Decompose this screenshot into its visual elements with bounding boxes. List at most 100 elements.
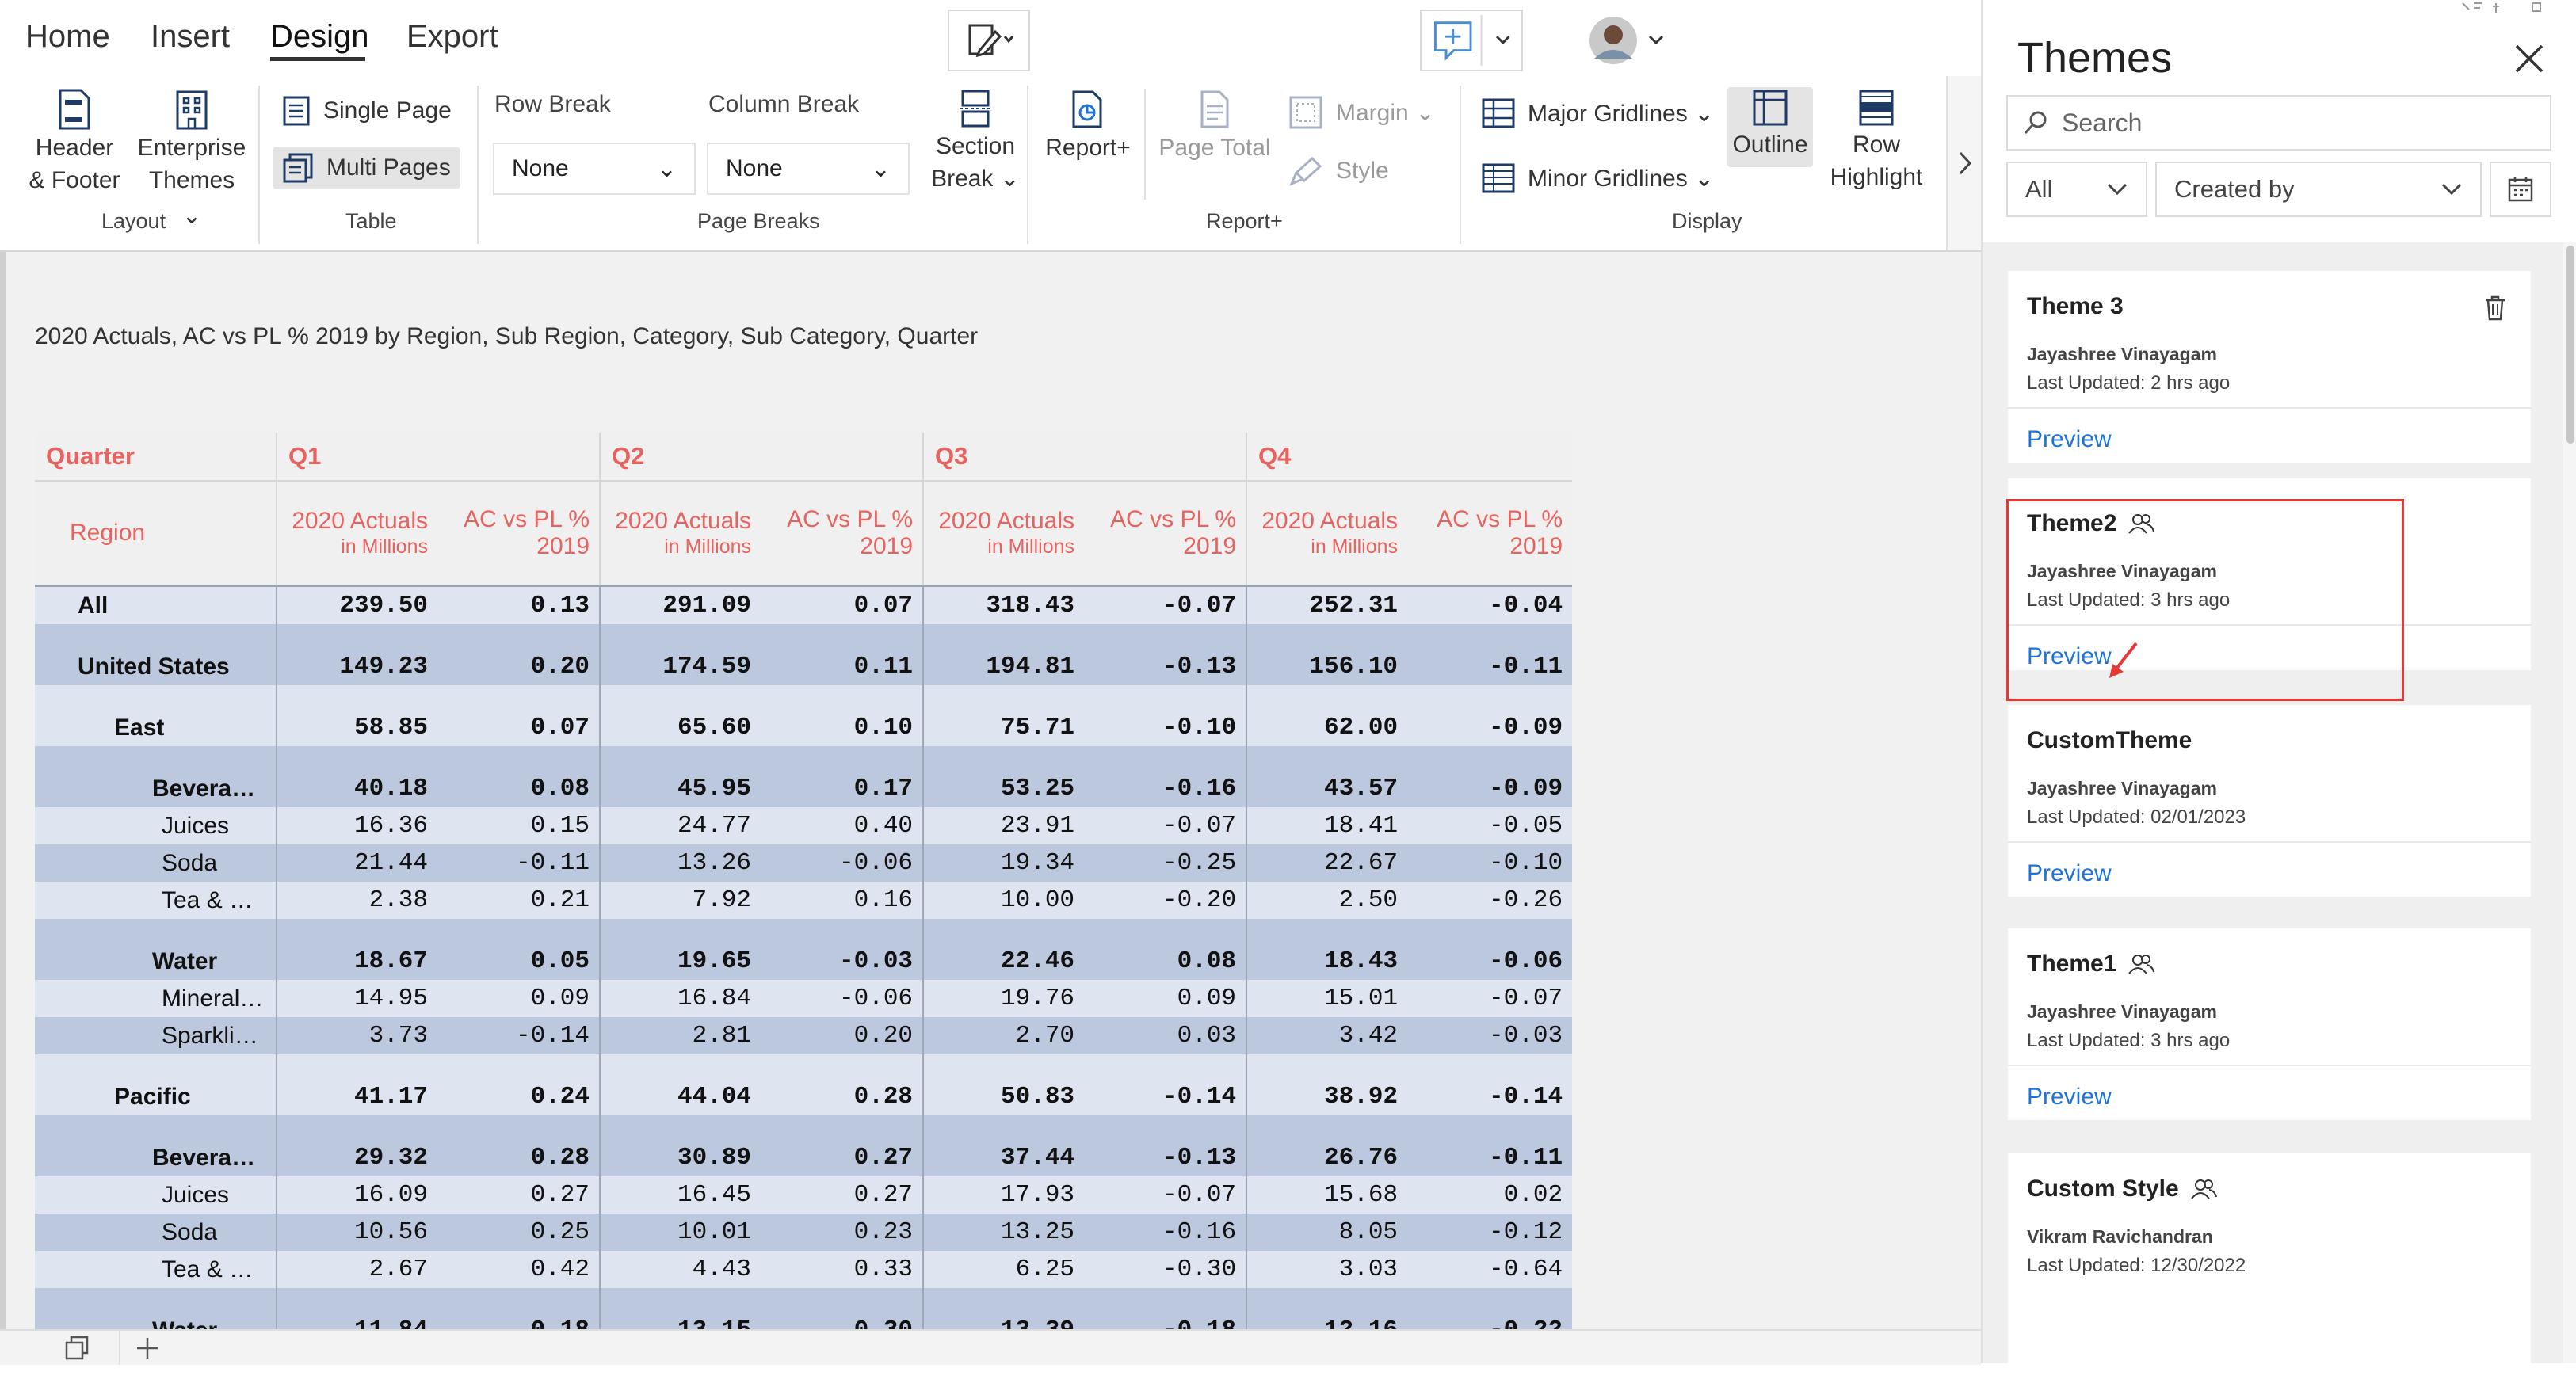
report-plus-button[interactable]: Report+ (1036, 89, 1139, 166)
pages-icon[interactable] (63, 1336, 90, 1361)
row-label[interactable]: Beverages (35, 1115, 277, 1176)
style-button[interactable]: Style (1288, 155, 1389, 187)
variance-cell: -0.20 (1084, 882, 1247, 919)
theme-card[interactable]: Custom Style Vikram Ravichandran Last Upda… (2008, 1153, 2531, 1391)
minor-gridlines-dropdown[interactable]: Minor Gridlines ⌄ (1482, 163, 1714, 193)
window-controls-icon[interactable] (2456, 0, 2575, 17)
theme-name: Custom Style (2027, 1176, 2217, 1202)
major-gridlines-dropdown[interactable]: Major Gridlines ⌄ (1482, 98, 1714, 128)
table-row[interactable]: Tea & Coff...2.670.424.430.336.25-0.303.… (35, 1251, 1572, 1288)
outline-button[interactable]: Outline (1727, 87, 1813, 167)
filter-all-dropdown[interactable]: All (2006, 162, 2147, 217)
theme-name: Theme 3 (2027, 293, 2124, 319)
row-label[interactable]: Soda (35, 1214, 277, 1251)
search-input[interactable]: Search (2062, 109, 2142, 138)
search-box[interactable]: Search (2006, 95, 2551, 151)
row-label[interactable]: Pacific (35, 1054, 277, 1115)
table-row[interactable]: Soda 10.56 0.25 10.01 0.23 13.25 -0.16 8.05 -0.1… (35, 1214, 1572, 1251)
section-break-button[interactable]: Section Break ⌄ (924, 89, 1027, 196)
row-label[interactable]: Beverages (35, 746, 277, 807)
table-row[interactable]: All 239.50 0.13 291.09 0.07 318.43 -0.07 252.31… (35, 585, 1572, 624)
theme-last-updated: Last Updated: 02/01/2023 (2027, 806, 2246, 828)
table-row[interactable]: Water 18.67 0.05 19.65 -0.03 22.46 0.08 18.43 -0… (35, 919, 1572, 980)
row-label[interactable]: Tea & Coff... (35, 1251, 277, 1288)
variance-cell: -0.04 (1407, 585, 1572, 624)
table-row[interactable]: East 58.85 0.07 65.60 0.10 75.71 -0.10 62.00 -0.… (35, 685, 1572, 746)
quarter-q3-header: Q3 (922, 433, 1247, 482)
row-label[interactable]: Tea & Coff... (35, 882, 277, 919)
user-menu[interactable] (1577, 10, 1680, 71)
add-page-icon[interactable] (135, 1336, 160, 1361)
variance-cell: 0.30 (761, 1288, 924, 1329)
preview-link[interactable]: Preview (2027, 1084, 2112, 1111)
actuals-cell: 18.43 (1246, 919, 1408, 980)
variance-cell: 0.02 (1407, 1176, 1572, 1214)
row-highlight-icon (1859, 90, 1894, 126)
section-break-icon (960, 90, 991, 128)
row-label[interactable]: All (35, 585, 277, 624)
actuals-cell: 10.00 (922, 882, 1085, 919)
multi-pages-button[interactable]: Multi Pages (273, 147, 460, 189)
header-footer-button[interactable]: Header & Footer (27, 89, 122, 198)
preview-link[interactable]: Preview (2027, 860, 2112, 887)
margin-dropdown[interactable]: Margin ⌄ (1288, 95, 1435, 130)
delete-icon[interactable] (2483, 295, 2507, 322)
themes-scrollbar[interactable] (2563, 242, 2576, 1363)
date-filter-button[interactable] (2490, 162, 2551, 217)
scroll-thumb[interactable] (2566, 246, 2574, 444)
row-label[interactable]: Soda (35, 844, 277, 882)
measure-variance-label: AC vs PL % (787, 506, 914, 532)
theme-card[interactable]: Theme 3 Jayashree Vinayagam Last Updated: … (2008, 271, 2531, 463)
row-label[interactable]: Juices (35, 1176, 277, 1214)
row-label[interactable]: United States (35, 624, 277, 685)
report-plus-label: Report+ (1045, 135, 1131, 161)
table-row[interactable]: Beverages 29.32 0.28 30.89 0.27 37.44 -0.13 26.… (35, 1115, 1572, 1176)
single-page-button[interactable]: Single Page (282, 95, 452, 127)
chevron-down-icon (2107, 183, 2128, 196)
multi-pages-label: Multi Pages (326, 154, 451, 181)
tab-insert[interactable]: Insert (151, 19, 230, 55)
variance-cell: 0.07 (761, 585, 924, 624)
row-label[interactable]: Juices (35, 807, 277, 844)
close-icon[interactable] (2512, 41, 2547, 76)
table-row[interactable]: Beverages 40.18 0.08 45.95 0.17 53.25 -0.16 43.… (35, 746, 1572, 807)
page-total-button[interactable]: Page Total (1155, 89, 1274, 166)
tab-export[interactable]: Export (406, 19, 498, 55)
table-row[interactable]: Pacific 41.17 0.24 44.04 0.28 50.83 -0.14 38.92… (35, 1054, 1572, 1115)
theme-card[interactable]: CustomTheme Jayashree Vinayagam Last Updat… (2008, 705, 2531, 897)
tab-design[interactable]: Design (270, 19, 369, 55)
card-divider (2008, 841, 2531, 843)
row-label[interactable]: East (35, 685, 277, 746)
table-row[interactable]: Soda 21.44 -0.11 13.26 -0.06 19.34 -0.25 22.67-… (35, 844, 1572, 882)
table-row[interactable]: Juices 16.36 0.15 24.77 0.40 23.91 -0.07 18.41-… (35, 807, 1572, 844)
report-body: All 239.50 0.13 291.09 0.07 318.43 -0.07 252.31… (35, 585, 1572, 1329)
row-label[interactable]: Water (35, 1288, 277, 1329)
column-break-dropdown[interactable]: None ⌄ (707, 143, 910, 195)
row-label[interactable]: Water (35, 919, 277, 980)
row-break-dropdown[interactable]: None ⌄ (493, 143, 696, 195)
comment-dropdown[interactable] (1420, 10, 1523, 71)
shared-users-icon (2128, 955, 2155, 974)
created-by-dropdown[interactable]: Created by (2155, 162, 2482, 217)
table-row[interactable]: Mineral W... 14.95 0.09 16.84 -0.06 19.76 0.09… (35, 980, 1572, 1017)
table-row[interactable]: Tea & Coff...2.380.217.920.1610.00-0.202… (35, 882, 1572, 919)
row-label[interactable]: Sparkling ... (35, 1017, 277, 1054)
table-row[interactable]: Juices 16.09 0.27 16.45 0.27 17.93 -0.07 15.68 0… (35, 1176, 1572, 1214)
actuals-cell: 16.09 (277, 1176, 437, 1214)
measure-actuals-label: 2020 Actuals (938, 508, 1075, 534)
ribbon-scroll-right-button[interactable] (1946, 76, 1983, 250)
annotation-arrow (2109, 642, 2138, 678)
measure-variance-year: 2019 (860, 533, 914, 559)
table-row[interactable]: Sparkling ... 3.73 -0.14 2.81 0.20 2.70 0.03 3.… (35, 1017, 1572, 1054)
theme-card[interactable]: Theme1 Jayashree Vinayagam Last Updated: 3… (2008, 928, 2531, 1120)
measure-actuals-header: 2020 Actuals in Millions (1246, 481, 1408, 587)
table-row[interactable]: United States 149.23 0.20 174.59 0.11 194.81-… (35, 624, 1572, 685)
preview-link[interactable]: Preview (2027, 426, 2112, 453)
design-mode-dropdown[interactable] (948, 10, 1030, 71)
row-label[interactable]: Mineral W... (35, 980, 277, 1017)
table-row[interactable]: Water11.840.1813.150.3013.39-0.1812.16-0… (35, 1288, 1572, 1329)
variance-cell: -0.07 (1407, 980, 1572, 1017)
row-highlight-button[interactable]: Row Highlight (1822, 89, 1930, 195)
tab-home[interactable]: Home (25, 19, 110, 55)
enterprise-themes-label-1: Enterprise (137, 135, 246, 161)
